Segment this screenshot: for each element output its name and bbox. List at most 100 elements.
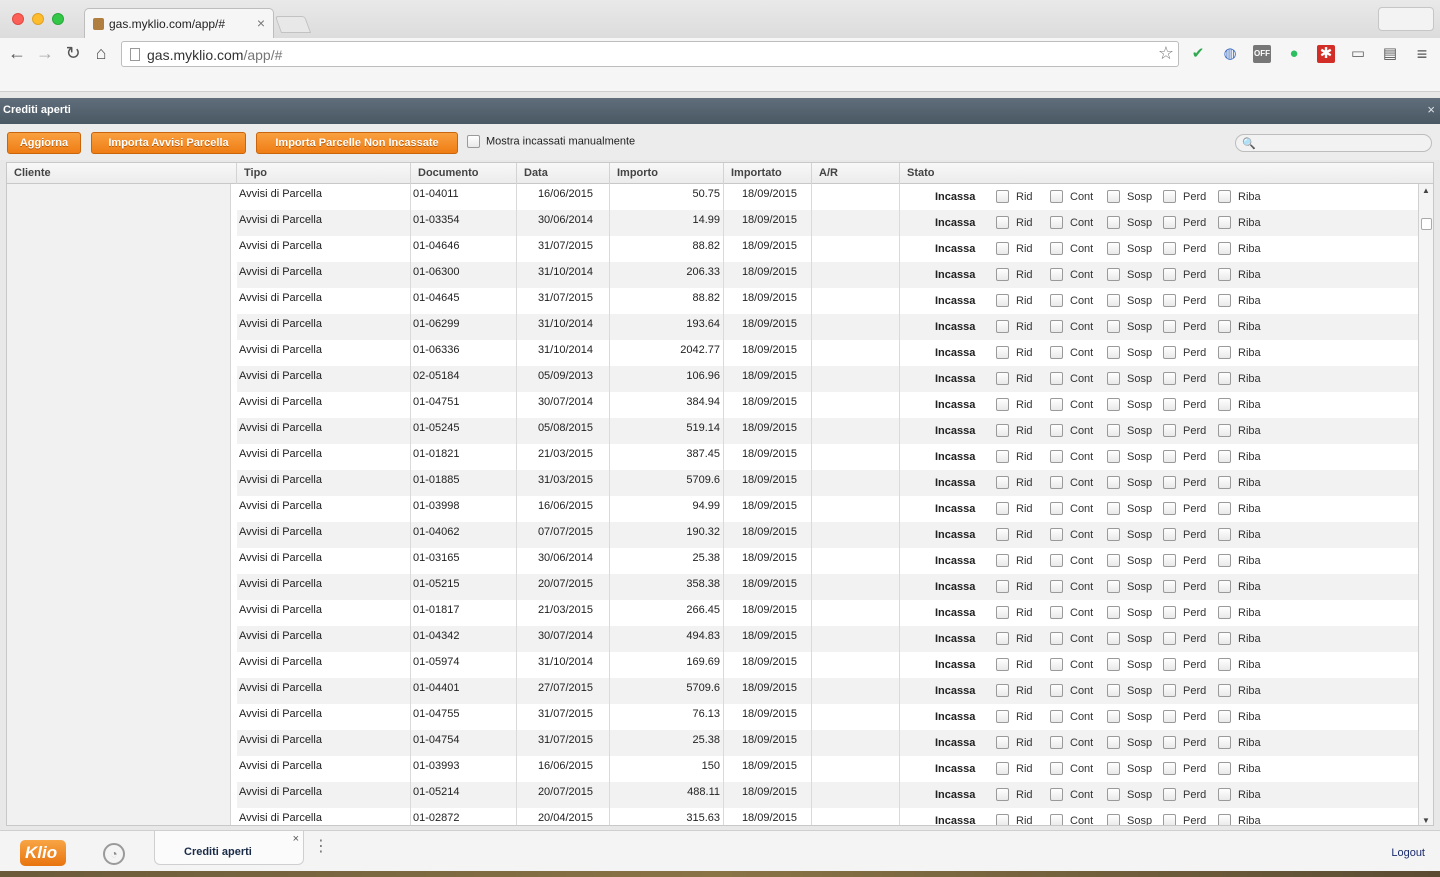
cont-checkbox[interactable] <box>1050 424 1063 437</box>
window-close-button[interactable] <box>12 13 24 25</box>
table-row[interactable]: Avvisi di Parcella 01-05974 31/10/2014 169.… <box>237 652 1418 678</box>
stato-option-sosp[interactable]: Sosp <box>1107 502 1152 516</box>
stato-option-sosp[interactable]: Sosp <box>1107 606 1152 620</box>
stato-option-perd[interactable]: Perd <box>1163 554 1206 568</box>
incassa-button[interactable]: Incassa <box>935 551 975 571</box>
cont-checkbox[interactable] <box>1050 320 1063 333</box>
stato-option-rid[interactable]: Rid <box>996 502 1033 516</box>
stato-option-riba[interactable]: Riba <box>1218 814 1261 825</box>
stato-option-rid[interactable]: Rid <box>996 398 1033 412</box>
stato-option-riba[interactable]: Riba <box>1218 216 1261 230</box>
incassa-button[interactable]: Incassa <box>935 213 975 233</box>
address-bar[interactable]: gas.myklio.com/app/# ☆ <box>121 41 1179 67</box>
stato-option-cont[interactable]: Cont <box>1050 788 1093 802</box>
rid-checkbox[interactable] <box>996 762 1009 775</box>
incassa-button[interactable]: Incassa <box>935 187 975 207</box>
stato-option-riba[interactable]: Riba <box>1218 476 1261 490</box>
stato-option-cont[interactable]: Cont <box>1050 736 1093 750</box>
cont-checkbox[interactable] <box>1050 710 1063 723</box>
rid-checkbox[interactable] <box>996 580 1009 593</box>
riba-checkbox[interactable] <box>1218 502 1231 515</box>
table-row[interactable]: Avvisi di Parcella 01-04062 07/07/2015 190.… <box>237 522 1418 548</box>
task-tab-crediti-aperti[interactable]: Crediti aperti × <box>154 831 304 865</box>
stato-option-riba[interactable]: Riba <box>1218 528 1261 542</box>
stato-option-perd[interactable]: Perd <box>1163 268 1206 282</box>
stato-option-sosp[interactable]: Sosp <box>1107 398 1152 412</box>
stato-option-perd[interactable]: Perd <box>1163 580 1206 594</box>
table-row[interactable]: Avvisi di Parcella 01-04646 31/07/2015 88.8… <box>237 236 1418 262</box>
forward-icon[interactable]: → <box>34 43 56 64</box>
rid-checkbox[interactable] <box>996 814 1009 825</box>
rid-checkbox[interactable] <box>996 320 1009 333</box>
stato-option-rid[interactable]: Rid <box>996 762 1033 776</box>
stato-option-sosp[interactable]: Sosp <box>1107 268 1152 282</box>
dashboard-icon[interactable]: ◔ <box>103 843 125 865</box>
perd-checkbox[interactable] <box>1163 580 1176 593</box>
cont-checkbox[interactable] <box>1050 346 1063 359</box>
stato-option-sosp[interactable]: Sosp <box>1107 788 1152 802</box>
riba-checkbox[interactable] <box>1218 606 1231 619</box>
stato-option-sosp[interactable]: Sosp <box>1107 190 1152 204</box>
stato-option-perd[interactable]: Perd <box>1163 476 1206 490</box>
stato-option-sosp[interactable]: Sosp <box>1107 372 1152 386</box>
incassa-button[interactable]: Incassa <box>935 655 975 675</box>
evernote-extension-icon[interactable]: ● <box>1285 45 1303 63</box>
sosp-checkbox[interactable] <box>1107 632 1120 645</box>
rid-checkbox[interactable] <box>996 294 1009 307</box>
riba-checkbox[interactable] <box>1218 788 1231 801</box>
incassa-button[interactable]: Incassa <box>935 291 975 311</box>
stato-option-perd[interactable]: Perd <box>1163 502 1206 516</box>
sosp-checkbox[interactable] <box>1107 216 1120 229</box>
window-maximize-button[interactable] <box>52 13 64 25</box>
stato-option-sosp[interactable]: Sosp <box>1107 216 1152 230</box>
table-row[interactable]: Avvisi di Parcella 01-01885 31/03/2015 5709… <box>237 470 1418 496</box>
stato-option-cont[interactable]: Cont <box>1050 190 1093 204</box>
cont-checkbox[interactable] <box>1050 736 1063 749</box>
rid-checkbox[interactable] <box>996 190 1009 203</box>
panel-close-icon[interactable]: × <box>1427 102 1435 117</box>
cont-checkbox[interactable] <box>1050 762 1063 775</box>
stato-option-perd[interactable]: Perd <box>1163 190 1206 204</box>
stato-option-rid[interactable]: Rid <box>996 294 1033 308</box>
refresh-button[interactable]: Aggiorna <box>7 132 81 154</box>
stato-option-sosp[interactable]: Sosp <box>1107 710 1152 724</box>
stato-option-perd[interactable]: Perd <box>1163 658 1206 672</box>
column-header-importato[interactable]: Importato <box>724 163 812 184</box>
perd-checkbox[interactable] <box>1163 528 1176 541</box>
stato-option-perd[interactable]: Perd <box>1163 294 1206 308</box>
rid-checkbox[interactable] <box>996 606 1009 619</box>
incassa-button[interactable]: Incassa <box>935 421 975 441</box>
cont-checkbox[interactable] <box>1050 632 1063 645</box>
incassa-button[interactable]: Incassa <box>935 603 975 623</box>
riba-checkbox[interactable] <box>1218 320 1231 333</box>
stato-option-perd[interactable]: Perd <box>1163 684 1206 698</box>
stato-option-perd[interactable]: Perd <box>1163 450 1206 464</box>
stato-option-perd[interactable]: Perd <box>1163 346 1206 360</box>
stato-option-riba[interactable]: Riba <box>1218 606 1261 620</box>
tab-close-icon[interactable]: × <box>257 15 265 31</box>
cont-checkbox[interactable] <box>1050 788 1063 801</box>
column-header-ar[interactable]: A/R <box>812 163 900 184</box>
stato-option-cont[interactable]: Cont <box>1050 554 1093 568</box>
sosp-checkbox[interactable] <box>1107 606 1120 619</box>
stato-option-sosp[interactable]: Sosp <box>1107 294 1152 308</box>
scroll-up-icon[interactable]: ▲ <box>1422 186 1430 195</box>
stato-option-cont[interactable]: Cont <box>1050 346 1093 360</box>
table-row[interactable]: Avvisi di Parcella 02-05184 05/09/2013 106.… <box>237 366 1418 392</box>
riba-checkbox[interactable] <box>1218 814 1231 825</box>
home-icon[interactable]: ⌂ <box>90 43 112 64</box>
rid-checkbox[interactable] <box>996 736 1009 749</box>
stato-option-riba[interactable]: Riba <box>1218 788 1261 802</box>
cont-checkbox[interactable] <box>1050 190 1063 203</box>
stato-option-rid[interactable]: Rid <box>996 788 1033 802</box>
perd-checkbox[interactable] <box>1163 684 1176 697</box>
stato-option-cont[interactable]: Cont <box>1050 476 1093 490</box>
cont-checkbox[interactable] <box>1050 450 1063 463</box>
sosp-checkbox[interactable] <box>1107 684 1120 697</box>
perd-checkbox[interactable] <box>1163 346 1176 359</box>
import-parcelle-button[interactable]: Importa Parcelle Non Incassate <box>256 132 458 154</box>
stato-option-rid[interactable]: Rid <box>996 580 1033 594</box>
sosp-checkbox[interactable] <box>1107 554 1120 567</box>
stato-option-perd[interactable]: Perd <box>1163 736 1206 750</box>
stato-option-sosp[interactable]: Sosp <box>1107 580 1152 594</box>
